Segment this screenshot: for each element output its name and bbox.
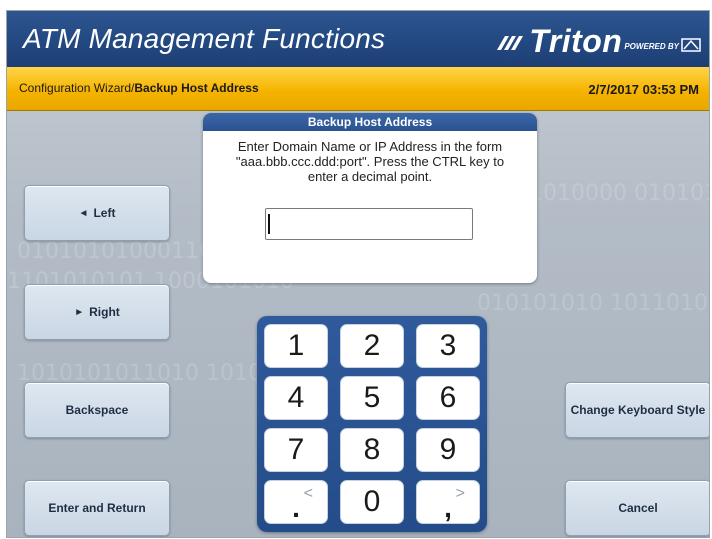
atm-screen: ATM Management Functions Triton POWERED … — [6, 10, 710, 538]
breadcrumb: Configuration Wizard/Backup Host Address — [19, 81, 259, 95]
key-8[interactable]: 8 — [340, 428, 404, 472]
enter-return-button-label: Enter and Return — [48, 501, 146, 515]
status-bar: Configuration Wizard/Backup Host Address… — [7, 67, 709, 111]
key-1[interactable]: 1 — [264, 324, 328, 368]
key-4[interactable]: 4 — [264, 376, 328, 420]
datetime: 2/7/2017 03:53 PM — [588, 82, 699, 97]
key-3[interactable]: 3 — [416, 324, 480, 368]
key-dot-alt: < — [303, 485, 313, 502]
right-arrow-icon: ► — [74, 306, 85, 318]
key-7[interactable]: 7 — [264, 428, 328, 472]
backspace-button-label: Backspace — [65, 403, 129, 417]
key-2[interactable]: 2 — [340, 324, 404, 368]
right-button-label: Right — [89, 305, 120, 319]
breadcrumb-parent: Configuration Wizard/ — [19, 81, 135, 95]
left-button-label: Left — [93, 206, 116, 220]
app-title: ATM Management Functions — [23, 23, 386, 54]
triton-mark-icon — [497, 36, 524, 50]
brand-name: Triton — [529, 23, 623, 59]
key-comma-alt: > — [455, 485, 465, 502]
backup-host-dialog: Backup Host Address Enter Domain Name or… — [203, 113, 537, 283]
backspace-button[interactable]: Backspace — [24, 382, 170, 438]
key-comma[interactable]: , > — [416, 480, 480, 524]
numeric-keypad: 1 2 3 4 5 6 7 8 9 . < 0 , > — [257, 316, 487, 532]
host-address-input[interactable] — [265, 208, 473, 240]
breadcrumb-current: Backup Host Address — [134, 81, 259, 95]
change-keyboard-style-label: Change Keyboard Style — [570, 403, 706, 417]
cancel-button[interactable]: Cancel — [565, 480, 709, 536]
key-6[interactable]: 6 — [416, 376, 480, 420]
key-0[interactable]: 0 — [340, 480, 404, 524]
enter-return-button[interactable]: Enter and Return — [24, 480, 170, 536]
change-keyboard-style-button[interactable]: Change Keyboard Style — [565, 382, 709, 438]
key-dot[interactable]: . < — [264, 480, 328, 524]
title-bar: ATM Management Functions Triton POWERED … — [7, 11, 709, 67]
cancel-button-label: Cancel — [618, 501, 658, 515]
key-9[interactable]: 9 — [416, 428, 480, 472]
triton-logo: Triton POWERED BY — [495, 21, 701, 57]
left-button[interactable]: ◄ Left — [24, 185, 170, 241]
key-dot-symbol: . — [292, 492, 300, 523]
tdx-logo-icon — [681, 38, 701, 52]
right-button[interactable]: ► Right — [24, 284, 170, 340]
dialog-title: Backup Host Address — [203, 113, 537, 131]
text-cursor — [268, 214, 270, 234]
bg-digits-row: 010101010 1011010 — [477, 291, 708, 316]
key-5[interactable]: 5 — [340, 376, 404, 420]
left-arrow-icon: ◄ — [78, 207, 89, 219]
brand-sub: POWERED BY — [624, 42, 679, 51]
dialog-instructions: Enter Domain Name or IP Address in the f… — [235, 139, 505, 184]
key-comma-symbol: , — [444, 492, 452, 523]
